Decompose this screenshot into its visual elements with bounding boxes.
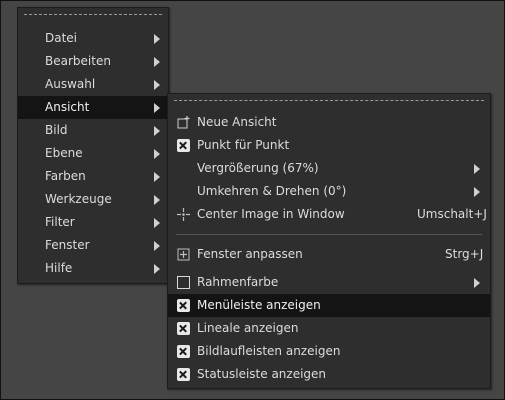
submenu-arrow-icon bbox=[154, 264, 160, 274]
menu-item-label: Bildlaufleisten anzeigen bbox=[197, 344, 341, 358]
menu-item-label: Bild bbox=[45, 123, 68, 137]
shortcut-label: Strg+J bbox=[445, 247, 484, 261]
submenu-arrow-icon bbox=[154, 241, 160, 251]
submenu-arrow-icon bbox=[154, 218, 160, 228]
shrink-wrap-icon bbox=[177, 248, 190, 261]
menu-item-fenster[interactable]: Fenster bbox=[18, 234, 168, 257]
menu-item-show-menubar[interactable]: Menüleiste anzeigen bbox=[168, 294, 490, 317]
menu-item-bild[interactable]: Bild bbox=[18, 119, 168, 142]
submenu-arrow-icon bbox=[154, 149, 160, 159]
checkbox-checked-icon bbox=[177, 299, 190, 312]
submenu-arrow-icon bbox=[154, 57, 160, 67]
menu-item-label: Lineale anzeigen bbox=[197, 321, 299, 335]
submenu-arrow-icon bbox=[154, 126, 160, 136]
main-menu-tearoff[interactable] bbox=[18, 8, 168, 20]
menu-item-label: Farben bbox=[45, 169, 86, 183]
submenu-arrow-icon bbox=[474, 187, 480, 197]
menu-item-bearbeiten[interactable]: Bearbeiten bbox=[18, 50, 168, 73]
main-menu: Datei Bearbeiten Auswahl Ansicht Bild Eb… bbox=[17, 7, 169, 284]
menu-item-label: Ebene bbox=[45, 146, 83, 160]
menu-item-padding-color[interactable]: Rahmenfarbe bbox=[168, 271, 490, 294]
shortcut-label: Umschalt+J bbox=[417, 207, 487, 221]
menu-item-label: Neue Ansicht bbox=[197, 115, 277, 129]
center-image-icon bbox=[177, 208, 190, 221]
menu-item-ebene[interactable]: Ebene bbox=[18, 142, 168, 165]
menu-item-center-image[interactable]: Center Image in Window Umschalt+J bbox=[168, 203, 490, 226]
checkbox-checked-icon bbox=[177, 322, 190, 335]
menu-separator bbox=[176, 234, 482, 235]
menu-item-werkzeuge[interactable]: Werkzeuge bbox=[18, 188, 168, 211]
menu-item-filter[interactable]: Filter bbox=[18, 211, 168, 234]
menu-item-label: Center Image in Window bbox=[197, 207, 345, 221]
view-submenu: Neue Ansicht Punkt für Punkt Vergrößerun… bbox=[167, 93, 491, 389]
menu-item-label: Fenster bbox=[45, 238, 90, 252]
menu-item-label: Ansicht bbox=[45, 100, 90, 114]
menu-item-label: Werkzeuge bbox=[45, 192, 112, 206]
menu-item-label: Auswahl bbox=[45, 77, 96, 91]
checkbox-checked-icon bbox=[177, 139, 190, 152]
submenu-arrow-icon bbox=[474, 164, 480, 174]
menu-item-label: Statusleiste anzeigen bbox=[197, 367, 327, 381]
submenu-arrow-icon bbox=[154, 195, 160, 205]
menu-item-dot-for-dot[interactable]: Punkt für Punkt bbox=[168, 134, 490, 157]
menu-item-show-scrollbars[interactable]: Bildlaufleisten anzeigen bbox=[168, 340, 490, 363]
menu-separator bbox=[176, 267, 482, 268]
menu-item-label: Punkt für Punkt bbox=[197, 138, 290, 152]
menu-item-hilfe[interactable]: Hilfe bbox=[18, 257, 168, 280]
submenu-arrow-icon bbox=[154, 103, 160, 113]
submenu-arrow-icon bbox=[154, 80, 160, 90]
color-swatch-icon bbox=[177, 276, 190, 289]
menu-item-datei[interactable]: Datei bbox=[18, 27, 168, 50]
menu-item-show-statusbar[interactable]: Statusleiste anzeigen bbox=[168, 363, 490, 386]
menu-item-label: Menüleiste anzeigen bbox=[197, 298, 321, 312]
menu-item-label: Filter bbox=[45, 215, 75, 229]
menu-item-label: Hilfe bbox=[45, 261, 73, 275]
menu-item-label: Fenster anpassen bbox=[197, 247, 303, 261]
checkbox-checked-icon bbox=[177, 368, 190, 381]
view-submenu-tearoff[interactable] bbox=[168, 94, 490, 106]
submenu-arrow-icon bbox=[154, 172, 160, 182]
checkbox-checked-icon bbox=[177, 345, 190, 358]
menu-item-label: Bearbeiten bbox=[45, 54, 111, 68]
new-view-icon bbox=[177, 116, 190, 129]
menu-item-shrink-wrap[interactable]: Fenster anpassen Strg+J bbox=[168, 243, 490, 266]
menu-item-label: Umkehren & Drehen (0°) bbox=[197, 184, 347, 198]
menu-item-show-rulers[interactable]: Lineale anzeigen bbox=[168, 317, 490, 340]
menu-item-label: Vergrößerung (67%) bbox=[197, 161, 319, 175]
submenu-arrow-icon bbox=[474, 278, 480, 288]
menu-item-ansicht[interactable]: Ansicht bbox=[18, 96, 168, 119]
menu-item-label: Datei bbox=[45, 31, 78, 45]
menu-item-farben[interactable]: Farben bbox=[18, 165, 168, 188]
menu-item-label: Rahmenfarbe bbox=[197, 275, 279, 289]
menu-item-flip-rotate[interactable]: Umkehren & Drehen (0°) bbox=[168, 180, 490, 203]
submenu-arrow-icon bbox=[154, 34, 160, 44]
menu-item-zoom[interactable]: Vergrößerung (67%) bbox=[168, 157, 490, 180]
menu-item-new-view[interactable]: Neue Ansicht bbox=[168, 111, 490, 134]
menu-item-auswahl[interactable]: Auswahl bbox=[18, 73, 168, 96]
